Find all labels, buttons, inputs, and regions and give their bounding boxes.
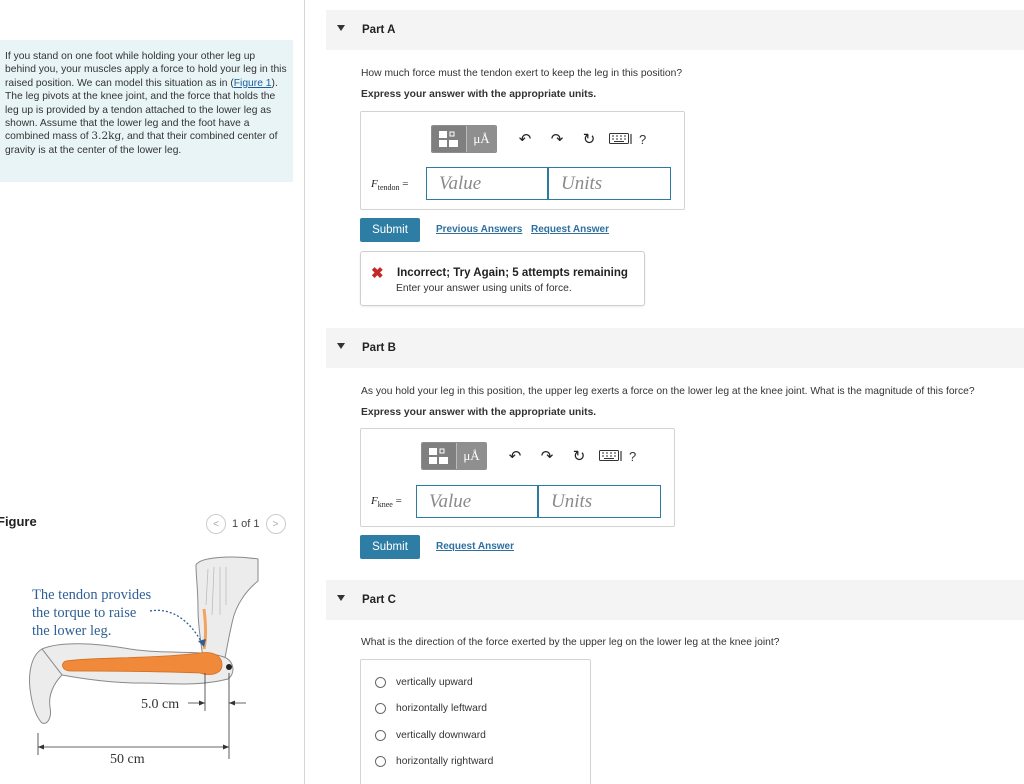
- choice-horizontally-leftward[interactable]: horizontally leftward: [375, 703, 487, 714]
- part-c-title: Part C: [362, 594, 396, 606]
- reset-button[interactable]: ↻: [573, 125, 605, 153]
- radio-button[interactable]: [375, 756, 386, 767]
- f-knee-symbol: F: [371, 495, 378, 507]
- part-b-title: Part B: [362, 342, 396, 354]
- choice-label: horizontally rightward: [396, 756, 494, 767]
- redo-icon: ↷: [540, 448, 554, 465]
- problem-statement: If you stand on one foot while holding y…: [0, 40, 293, 182]
- f-tendon-symbol: F: [371, 178, 378, 190]
- units-symbol-button[interactable]: μÅ: [466, 126, 496, 152]
- part-a-toolbar: μÅ ↶ ↷ ↻ ?: [431, 125, 646, 153]
- templates-button[interactable]: [432, 126, 466, 152]
- f-tendon-subscript: tendon: [377, 183, 400, 193]
- caret-down-icon: [337, 595, 345, 601]
- knee-pivot: [226, 664, 232, 670]
- part-c-header[interactable]: Part C: [326, 580, 1024, 620]
- error-x-icon: ✖: [371, 265, 384, 282]
- figure-caption-line-3: the lower leg.: [32, 623, 111, 639]
- figure-caption-line-2: the torque to raise: [32, 605, 136, 621]
- part-b-value-input[interactable]: Value: [416, 485, 538, 518]
- choice-vertically-downward[interactable]: vertically downward: [375, 730, 486, 741]
- templates-button[interactable]: [422, 443, 456, 469]
- template-tool-group: μÅ: [431, 125, 497, 153]
- feedback-panel: ✖ Incorrect; Try Again; 5 attempts remai…: [360, 251, 645, 306]
- keyboard-icon: [609, 133, 632, 144]
- templates-icon: [439, 131, 458, 147]
- undo-button[interactable]: ↶: [499, 442, 531, 470]
- feedback-message: Enter your answer using units of force.: [396, 283, 572, 294]
- choice-horizontally-rightward[interactable]: horizontally rightward: [375, 756, 493, 767]
- part-a-units-input[interactable]: Units: [548, 167, 671, 200]
- caret-down-icon: [337, 343, 345, 349]
- part-a-question: How much force must the tendon exert to …: [361, 68, 683, 79]
- f-tendon-label: Ftendon =: [371, 178, 408, 192]
- f-tendon-equals: =: [402, 178, 409, 190]
- templates-icon: [429, 448, 448, 464]
- part-c-choices: vertically upward horizontally leftward …: [360, 659, 591, 784]
- keyboard-button[interactable]: [605, 125, 637, 153]
- part-a-instruction: Express your answer with the appropriate…: [361, 89, 597, 100]
- part-a-submit-button[interactable]: Submit: [360, 218, 420, 242]
- part-b-request-answer-link[interactable]: Request Answer: [436, 541, 514, 552]
- undo-button[interactable]: ↶: [509, 125, 541, 153]
- previous-answers-link[interactable]: Previous Answers: [436, 224, 522, 235]
- help-button[interactable]: ?: [639, 132, 646, 147]
- problem-mass: 3.2kg: [91, 130, 122, 143]
- leg-figure: The tendon provides the torque to raise …: [29, 556, 259, 767]
- choice-label: horizontally leftward: [396, 703, 487, 714]
- redo-button[interactable]: ↷: [531, 442, 563, 470]
- radio-button[interactable]: [375, 730, 386, 741]
- f-knee-label: Fknee =: [371, 495, 402, 509]
- right-panel: Part A How much force must the tendon ex…: [326, 0, 1024, 784]
- part-a-title: Part A: [362, 24, 396, 36]
- figure-pager: < 1 of 1 >: [206, 514, 286, 534]
- f-knee-subscript: knee: [377, 500, 393, 510]
- next-figure-button[interactable]: >: [265, 514, 286, 534]
- part-b-units-input[interactable]: Units: [538, 485, 661, 518]
- caret-down-icon: [337, 25, 345, 31]
- dimension-5cm-label: 5.0 cm: [141, 697, 179, 712]
- f-knee-equals: =: [395, 495, 402, 507]
- prev-figure-button[interactable]: <: [206, 514, 226, 534]
- part-a-header[interactable]: Part A: [326, 10, 1024, 50]
- figure-header: Figure: [0, 514, 37, 529]
- units-symbol-button[interactable]: μÅ: [456, 443, 486, 469]
- help-button[interactable]: ?: [629, 449, 636, 464]
- part-b-answer-box: μÅ ↶ ↷ ↻ ? Fknee = Value Units: [360, 428, 675, 527]
- chevron-right-icon: >: [272, 518, 279, 530]
- undo-icon: ↶: [508, 448, 522, 465]
- part-b-header[interactable]: Part B: [326, 328, 1024, 368]
- dimension-50cm-label: 50 cm: [110, 752, 145, 767]
- left-panel: If you stand on one foot while holding y…: [0, 0, 305, 784]
- part-b-toolbar: μÅ ↶ ↷ ↻ ?: [421, 442, 636, 470]
- undo-icon: ↶: [518, 131, 532, 148]
- choice-label: vertically downward: [396, 730, 486, 741]
- redo-button[interactable]: ↷: [541, 125, 573, 153]
- figure-link[interactable]: Figure 1: [234, 78, 272, 89]
- choice-vertically-upward[interactable]: vertically upward: [375, 677, 473, 688]
- redo-icon: ↷: [550, 131, 564, 148]
- keyboard-icon: [599, 450, 622, 461]
- part-a-answer-box: μÅ ↶ ↷ ↻ ? Ftendon = Value Units: [360, 111, 685, 210]
- radio-button[interactable]: [375, 703, 386, 714]
- reset-icon: ↻: [572, 448, 586, 465]
- part-a-value-input[interactable]: Value: [426, 167, 548, 200]
- choice-label: vertically upward: [396, 677, 473, 688]
- part-b-submit-button[interactable]: Submit: [360, 535, 420, 559]
- reset-button[interactable]: ↻: [563, 442, 595, 470]
- caption-pointer: [149, 609, 203, 644]
- part-c-question: What is the direction of the force exert…: [361, 637, 780, 648]
- chevron-left-icon: <: [213, 518, 219, 530]
- part-a-request-answer-link[interactable]: Request Answer: [531, 224, 609, 235]
- figure-page-count: 1 of 1: [232, 518, 260, 530]
- part-b-question: As you hold your leg in this position, t…: [361, 386, 975, 397]
- reset-icon: ↻: [582, 131, 596, 148]
- feedback-title: Incorrect; Try Again; 5 attempts remaini…: [397, 267, 628, 279]
- figure-caption-line-1: The tendon provides: [32, 587, 152, 603]
- template-tool-group: μÅ: [421, 442, 487, 470]
- keyboard-button[interactable]: [595, 442, 627, 470]
- part-b-instruction: Express your answer with the appropriate…: [361, 407, 597, 418]
- radio-button[interactable]: [375, 677, 386, 688]
